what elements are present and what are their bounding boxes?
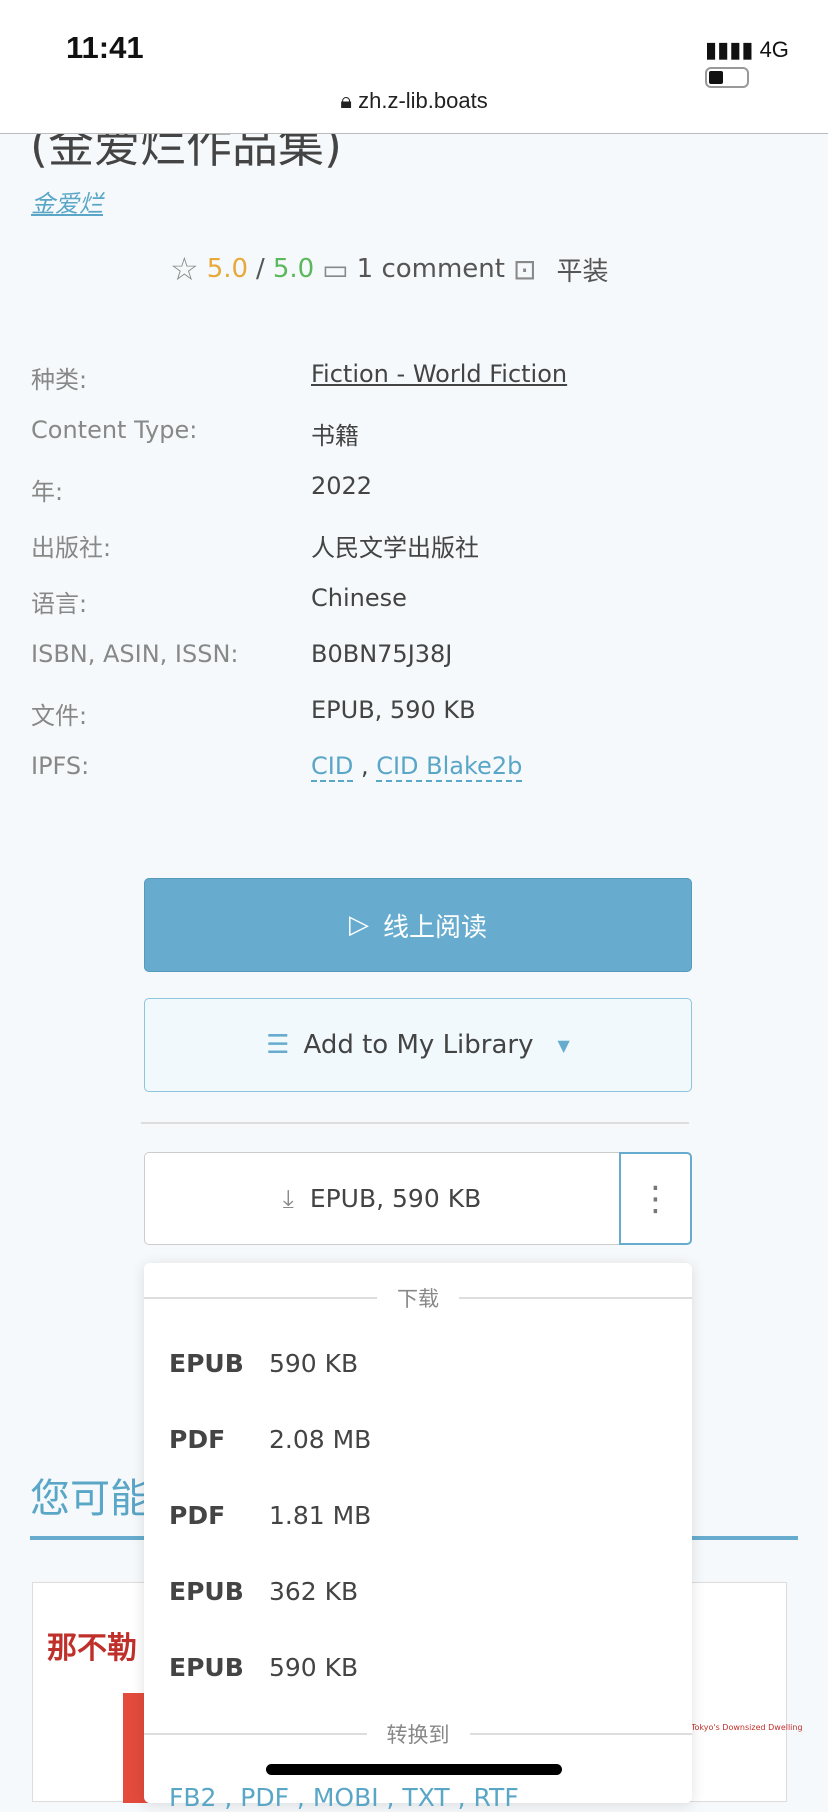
battery-icon (705, 66, 749, 88)
detail-category: 种类: Fiction - World Fiction (31, 360, 567, 395)
detail-label: 年: (31, 478, 64, 506)
read-online-label: 线上阅读 (382, 912, 487, 943)
format: EPUB (169, 1349, 244, 1378)
format-option[interactable]: PDF 1.81 MB (169, 1501, 371, 1530)
detail-value: 人民文学出版社 (311, 534, 479, 562)
download-header-label: 下载 (397, 1287, 439, 1311)
format: PDF (169, 1425, 226, 1454)
cid-blake2b-link[interactable]: CID Blake2b (376, 752, 523, 782)
binding-icon: ⊡ (512, 252, 537, 286)
comments-count[interactable]: 1 comment (357, 254, 505, 284)
play-icon: ▷ (348, 910, 369, 940)
cid-link[interactable]: CID (311, 752, 354, 782)
network-status: ▮▮▮▮ 4G (705, 37, 828, 89)
signal-icon: ▮▮▮▮ (705, 37, 754, 62)
star-icon[interactable]: ☆ (170, 250, 199, 288)
download-button[interactable]: ⤓ EPUB, 590 KB (144, 1152, 620, 1245)
format: EPUB (169, 1577, 244, 1606)
convert-header: 转换到 (144, 1719, 692, 1749)
detail-value: 2022 (311, 472, 373, 500)
caret-down-icon: ▼ (557, 1035, 570, 1055)
detail-year: 年: 2022 (31, 472, 372, 507)
detail-publisher: 出版社: 人民文学出版社 (31, 528, 479, 563)
rating-value: 5.0 (206, 254, 249, 284)
format-option[interactable]: EPUB 590 KB (169, 1349, 358, 1378)
download-header: 下载 (144, 1283, 692, 1313)
network-type: 4G (759, 37, 789, 62)
library-icon: ☰ (266, 1030, 290, 1060)
detail-label: 出版社: (31, 534, 112, 562)
read-online-button[interactable]: ▷ 线上阅读 (144, 878, 692, 972)
more-formats-button[interactable]: ⋮ (619, 1152, 692, 1245)
browser-status-bar: 11:41 ▮▮▮▮ 4G 🔒︎ zh.z-lib.boats (0, 0, 828, 134)
download-icon: ⤓ (282, 1183, 294, 1213)
detail-isbn: ISBN, ASIN, ISSN: B0BN75J38J (31, 640, 452, 668)
binding: 平装 (556, 256, 609, 287)
download-label: EPUB, 590 KB (309, 1184, 482, 1213)
rating-row: ☆ 5.0/5.0 ▭ 1 comment ⊡ 平装 (170, 250, 609, 288)
detail-value: B0BN75J38J (311, 640, 453, 668)
author-link[interactable]: 金爱烂 (31, 184, 103, 219)
detail-value: Chinese (311, 584, 407, 612)
detail-label: 文件: (31, 702, 88, 730)
detail-label: ISBN, ASIN, ISSN: (31, 640, 239, 668)
url-text: zh.z-lib.boats (358, 88, 488, 113)
size: 2.08 MB (269, 1425, 372, 1454)
add-to-library-button[interactable]: ☰ Add to My Library ▼ (144, 998, 692, 1092)
more-vertical-icon: ⋮ (638, 1178, 673, 1219)
convert-format-links[interactable]: FB2 , PDF , MOBI , TXT , RTF (169, 1783, 519, 1812)
format: EPUB (169, 1653, 244, 1682)
convert-header-label: 转换到 (386, 1723, 450, 1747)
rating-max: 5.0 (272, 254, 315, 284)
home-indicator (266, 1764, 562, 1775)
add-to-library-label: Add to My Library (303, 1030, 534, 1060)
detail-label: IPFS: (31, 752, 90, 780)
book-cover-caption: Tokyo's Downsized Dwelling (691, 1723, 803, 1732)
clock: 11:41 (66, 30, 144, 65)
format: PDF (169, 1501, 226, 1530)
detail-ipfs: IPFS: CID , CID Blake2b (31, 752, 523, 782)
size: 362 KB (269, 1577, 359, 1606)
category-link[interactable]: Fiction - World Fiction (311, 360, 567, 395)
detail-value: 书籍 (311, 422, 359, 450)
book-cover-title: 那不勒 (47, 1631, 137, 1666)
format-option[interactable]: EPUB 362 KB (169, 1577, 358, 1606)
detail-language: 语言: Chinese (31, 584, 407, 619)
size: 590 KB (269, 1653, 359, 1682)
format-option[interactable]: EPUB 590 KB (169, 1653, 358, 1682)
download-formats-menu: 下载 EPUB 590 KB PDF 2.08 MB PDF 1.81 MB EPUB… (144, 1263, 692, 1812)
format-option[interactable]: PDF 2.08 MB (169, 1425, 371, 1454)
detail-value: EPUB, 590 KB (311, 696, 476, 724)
detail-label: Content Type: (31, 416, 198, 444)
address-bar[interactable]: 🔒︎ zh.z-lib.boats (0, 88, 828, 114)
detail-label: 种类: (31, 366, 88, 394)
detail-label: 语言: (31, 590, 88, 618)
lock-icon: 🔒︎ (340, 88, 352, 113)
comment-icon: ▭ (322, 252, 349, 286)
suggestions-heading: 您可能 (30, 1476, 150, 1522)
detail-content-type: Content Type: 书籍 (31, 416, 359, 451)
divider (141, 1122, 689, 1124)
size: 590 KB (269, 1349, 359, 1378)
size: 1.81 MB (269, 1501, 372, 1530)
detail-file: 文件: EPUB, 590 KB (31, 696, 476, 731)
